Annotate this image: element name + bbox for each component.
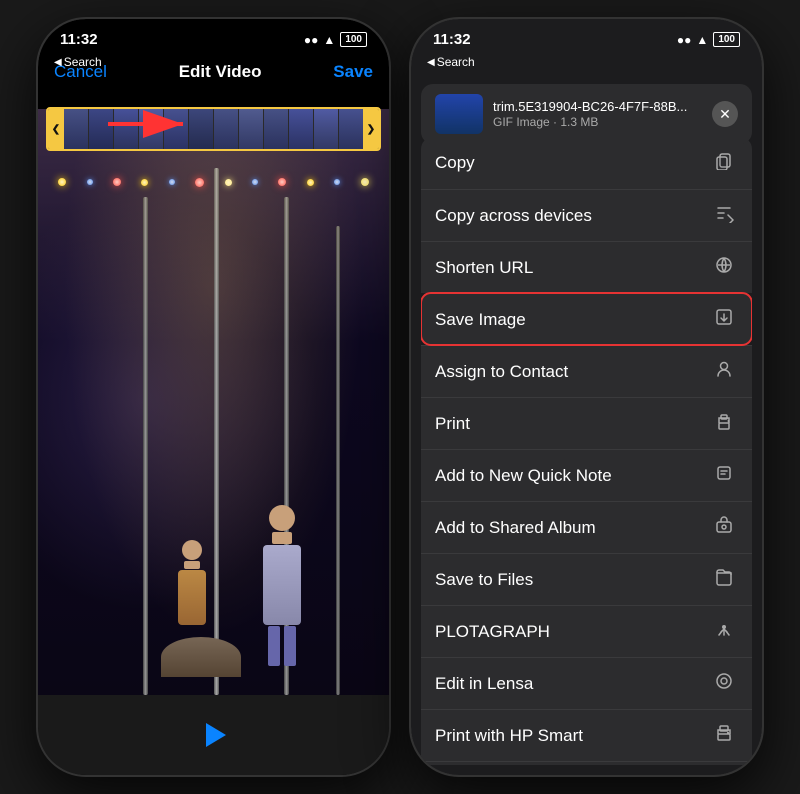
menu-label-save-files: Save to Files	[435, 570, 533, 590]
play-button[interactable]	[194, 715, 234, 755]
copy-icon	[710, 150, 738, 176]
menu-item-quick-note[interactable]: Add to New Quick Note	[421, 449, 752, 501]
quick-note-icon	[710, 463, 738, 489]
right-status-icons: ●● ▲ 100	[677, 32, 740, 47]
share-header: trim.5E319904-BC26-4F7F-88B... GIF Image…	[421, 84, 752, 144]
child-figure	[178, 540, 206, 625]
play-icon	[206, 723, 226, 747]
menu-item-hp-smart[interactable]: Print with HP Smart	[421, 709, 752, 761]
right-battery-icon: 100	[713, 32, 740, 47]
left-time: 11:32	[60, 31, 98, 48]
frame-11	[314, 109, 338, 149]
menu-label-shared-album: Add to Shared Album	[435, 518, 596, 538]
frame-7	[214, 109, 238, 149]
share-filesize: GIF Image · 1.3 MB	[493, 115, 702, 129]
right-wifi-icon: ▲	[696, 33, 708, 47]
share-info: trim.5E319904-BC26-4F7F-88B... GIF Image…	[493, 99, 702, 129]
menu-item-shared-album[interactable]: Add to Shared Album	[421, 501, 752, 553]
menu-label-plotagraph: PLOTAGRAPH	[435, 622, 550, 642]
shorten-url-icon	[710, 255, 738, 281]
right-phone: 11:32 ●● ▲ 100 ◀ Search trim.5E319904-BC…	[409, 17, 764, 777]
save-files-icon	[710, 567, 738, 593]
hp-smart-icon	[710, 723, 738, 749]
red-arrow	[98, 109, 198, 144]
frame-8	[239, 109, 263, 149]
menu-item-shorten-url[interactable]: Shorten URL	[421, 241, 752, 293]
menu-label-print: Print	[435, 414, 470, 434]
video-container	[38, 109, 389, 695]
menu-label-hp-smart: Print with HP Smart	[435, 726, 583, 746]
lensa-icon	[710, 671, 738, 697]
back-search[interactable]: ◀ Search	[54, 55, 102, 69]
right-status-bar: 11:32 ●● ▲ 100	[411, 19, 762, 52]
left-status-bar: 11:32 ●● ▲ 100	[38, 19, 389, 52]
left-phone: 11:32 ●● ▲ 100 Cancel Edit Video Save ◀ …	[36, 17, 391, 777]
menu-label-assign-contact: Assign to Contact	[435, 362, 568, 382]
menu-item-lensa[interactable]: Edit in Lensa	[421, 657, 752, 709]
share-thumbnail	[435, 94, 483, 134]
timeline-handle-left[interactable]: ❮	[48, 109, 64, 149]
print-icon	[710, 411, 738, 437]
save-button[interactable]: Save	[333, 62, 373, 82]
assign-contact-icon	[710, 359, 738, 385]
menu-item-copy-across[interactable]: Copy across devices	[421, 189, 752, 241]
share-menu-list: Copy Copy across devices Shorten URL Save I…	[421, 137, 752, 765]
adult-figure	[263, 505, 301, 666]
timeline-handle-right[interactable]: ❯	[363, 109, 379, 149]
right-time: 11:32	[433, 31, 471, 48]
horse	[161, 637, 241, 677]
menu-item-save-image[interactable]: Save Image	[421, 293, 752, 345]
right-signal-icon: ●●	[677, 33, 692, 47]
signal-icon: ●●	[304, 33, 319, 47]
menu-label-quick-note: Add to New Quick Note	[435, 466, 612, 486]
battery-icon: 100	[340, 32, 367, 47]
video-bg	[38, 109, 389, 695]
save-image-icon	[710, 307, 738, 333]
frame-1	[64, 109, 88, 149]
left-status-icons: ●● ▲ 100	[304, 32, 367, 47]
plotagraph-icon	[710, 619, 738, 645]
edit-video-title: Edit Video	[179, 62, 262, 82]
shared-album-icon	[710, 515, 738, 541]
frame-12	[339, 109, 363, 149]
menu-item-assign-contact[interactable]: Assign to Contact	[421, 345, 752, 397]
menu-item-plotagraph[interactable]: PLOTAGRAPH	[421, 605, 752, 657]
menu-item-save-files[interactable]: Save to Files	[421, 553, 752, 605]
menu-item-print[interactable]: Print	[421, 397, 752, 449]
bottom-controls	[38, 695, 389, 775]
menu-item-copy[interactable]: Copy	[421, 137, 752, 189]
share-close-button[interactable]: ✕	[712, 101, 738, 127]
right-back-search[interactable]: ◀ Search	[427, 55, 475, 69]
share-filename: trim.5E319904-BC26-4F7F-88B...	[493, 99, 702, 114]
timeline-strip[interactable]: ❮ ❯	[46, 107, 381, 151]
copy-across-icon	[710, 203, 738, 229]
frame-10	[289, 109, 313, 149]
frame-9	[264, 109, 288, 149]
menu-label-shorten-url: Shorten URL	[435, 258, 533, 278]
menu-label-copy-across: Copy across devices	[435, 206, 592, 226]
wifi-icon: ▲	[323, 33, 335, 47]
menu-label-copy: Copy	[435, 153, 475, 173]
menu-label-lensa: Edit in Lensa	[435, 674, 533, 694]
menu-label-save-image: Save Image	[435, 310, 526, 330]
menu-item-prisma[interactable]: Edit with Prisma	[421, 761, 752, 765]
